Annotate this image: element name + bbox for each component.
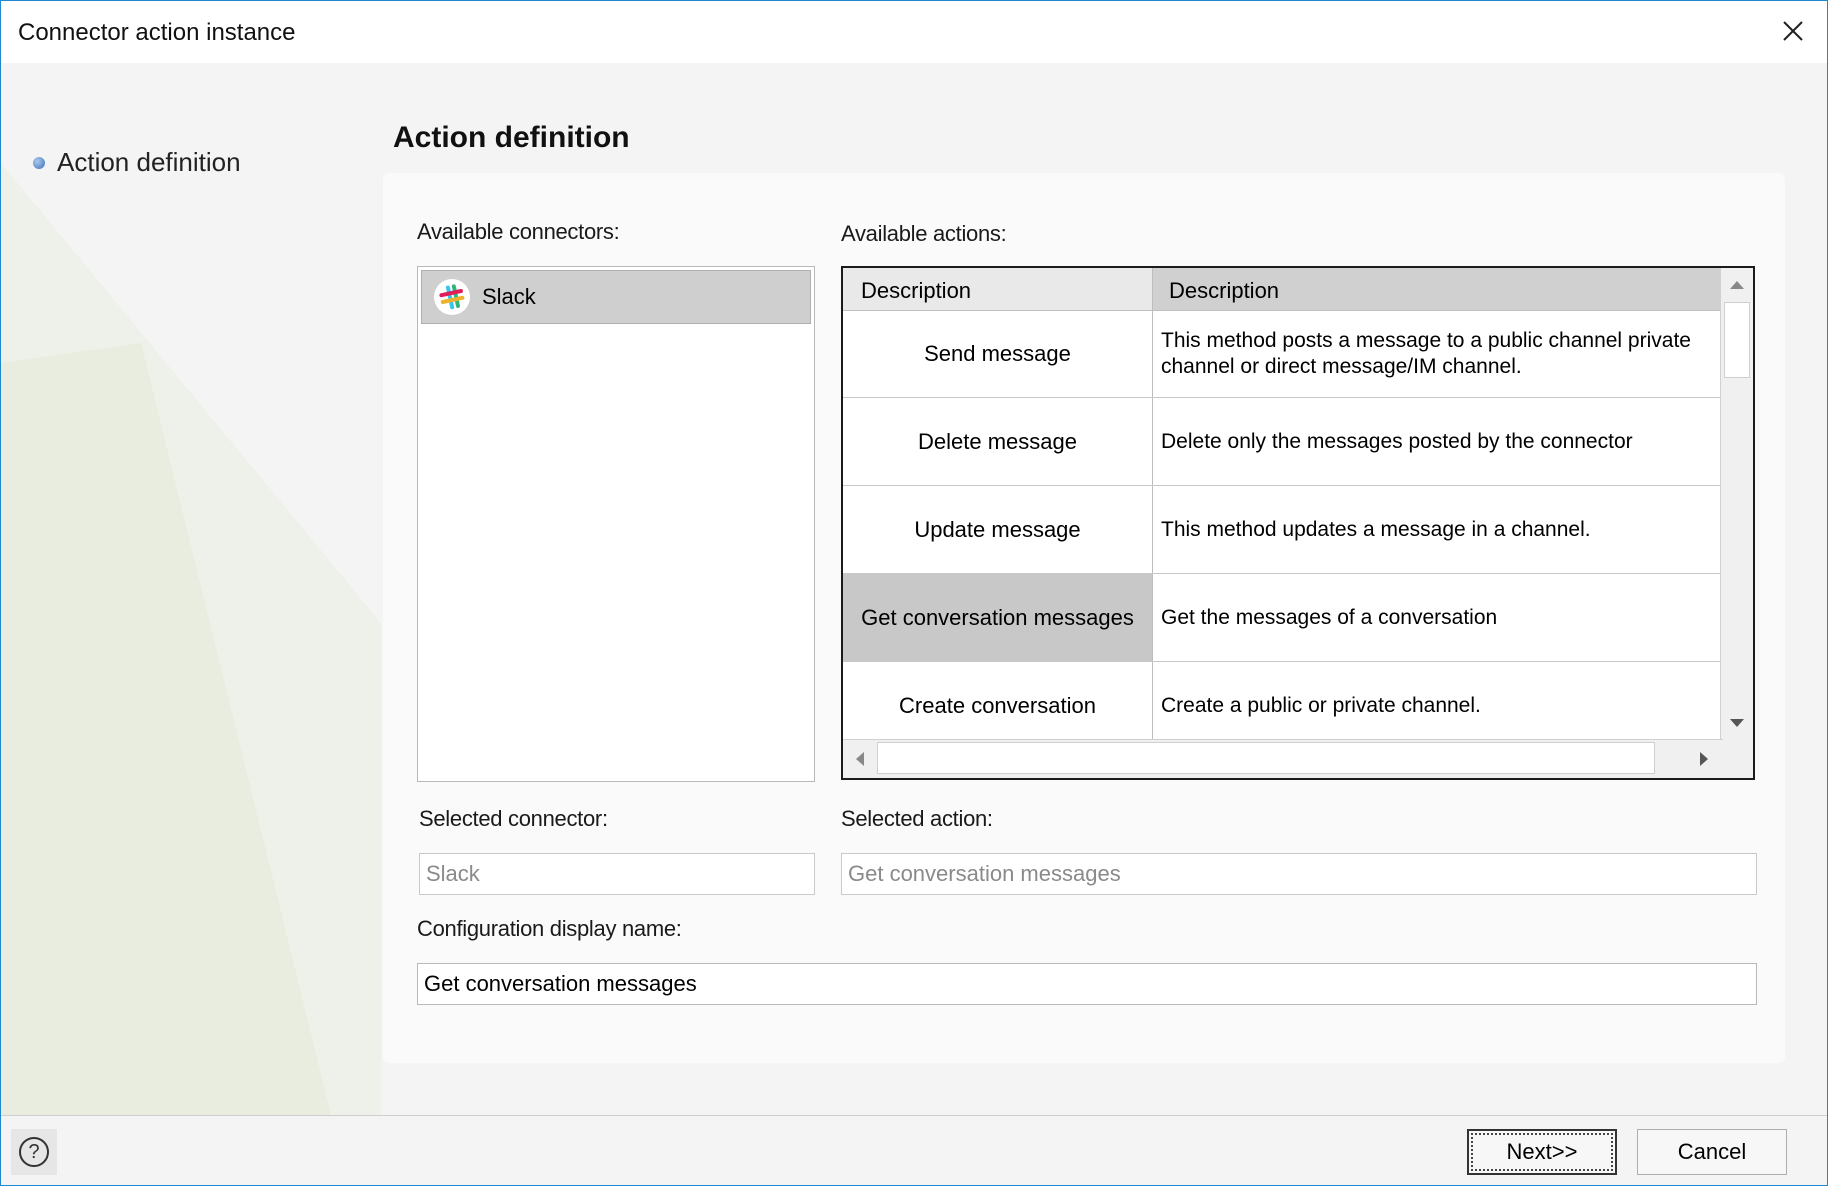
action-name-cell: Send message [843,310,1153,397]
selected-action-field[interactable] [841,853,1757,895]
title-bar: Connector action instance [1,1,1827,63]
horizontal-scrollbar[interactable] [843,739,1723,778]
window-title: Connector action instance [18,19,296,46]
action-description-cell: Delete only the messages posted by the c… [1161,429,1633,453]
footer-divider [1,1115,1827,1116]
table-row[interactable]: Create conversation Create a public or p… [843,662,1723,740]
column-header-description[interactable]: Description [1153,268,1723,310]
help-icon: ? [19,1137,49,1167]
horizontal-scroll-thumb[interactable] [877,742,1655,774]
action-description-cell: This method posts a message to a public … [1161,328,1691,378]
selected-connector-label: Selected connector: [419,806,608,831]
close-button[interactable] [1773,13,1813,49]
available-connectors-label: Available connectors: [417,219,620,244]
action-description-cell: Get the messages of a conversation [1161,605,1498,629]
table-row[interactable]: Send message This method posts a message… [843,310,1723,398]
next-button[interactable]: Next>> [1467,1129,1617,1175]
page-title: Action definition [393,121,630,154]
connector-item-slack[interactable]: Slack [421,270,811,324]
action-name-cell: Get conversation messages [843,574,1153,661]
available-actions-label: Available actions: [841,221,1007,246]
close-icon [1783,21,1803,41]
configuration-display-name-field[interactable] [417,963,1757,1005]
table-row[interactable]: Update message This method updates a mes… [843,486,1723,574]
actions-grid[interactable]: Description Description Send message Thi… [841,266,1755,780]
table-row-selected[interactable]: Get conversation messages Get the messag… [843,574,1723,662]
chevron-right-icon [1700,752,1708,766]
scrollbar-corner [1721,740,1753,778]
dialog-window: Connector action instance Action definit… [0,0,1828,1186]
scroll-up-button[interactable] [1722,270,1752,300]
connector-name: Slack [482,284,536,309]
grid-header: Description Description [843,268,1723,311]
bullet-icon [33,156,45,169]
background-decoration [1,163,381,1115]
vertical-scroll-thumb[interactable] [1724,302,1750,378]
chevron-down-icon [1730,719,1744,727]
selected-connector-field[interactable] [419,853,815,895]
cancel-button[interactable]: Cancel [1637,1129,1787,1175]
action-name-cell: Create conversation [843,662,1153,740]
chevron-left-icon [856,752,864,766]
selected-action-label: Selected action: [841,806,993,831]
scroll-right-button[interactable] [1689,744,1719,774]
table-row[interactable]: Delete message Delete only the messages … [843,398,1723,486]
connector-list[interactable]: Slack [417,266,815,782]
scroll-down-button[interactable] [1722,708,1752,738]
vertical-scrollbar[interactable] [1720,268,1753,740]
action-name-cell: Delete message [843,398,1153,485]
nav-item-action-definition[interactable]: Action definition [33,147,241,178]
slack-logo-icon [434,279,470,315]
action-description-cell: Create a public or private channel. [1161,693,1481,717]
configuration-display-name-label: Configuration display name: [417,916,682,941]
chevron-up-icon [1730,281,1744,289]
scroll-left-button[interactable] [845,744,875,774]
column-header-name[interactable]: Description [843,268,1153,310]
help-button[interactable]: ? [11,1129,57,1175]
grid-body: Send message This method posts a message… [843,310,1723,740]
nav-item-label: Action definition [57,147,241,177]
action-description-cell: This method updates a message in a chann… [1161,517,1591,541]
action-name-cell: Update message [843,486,1153,573]
